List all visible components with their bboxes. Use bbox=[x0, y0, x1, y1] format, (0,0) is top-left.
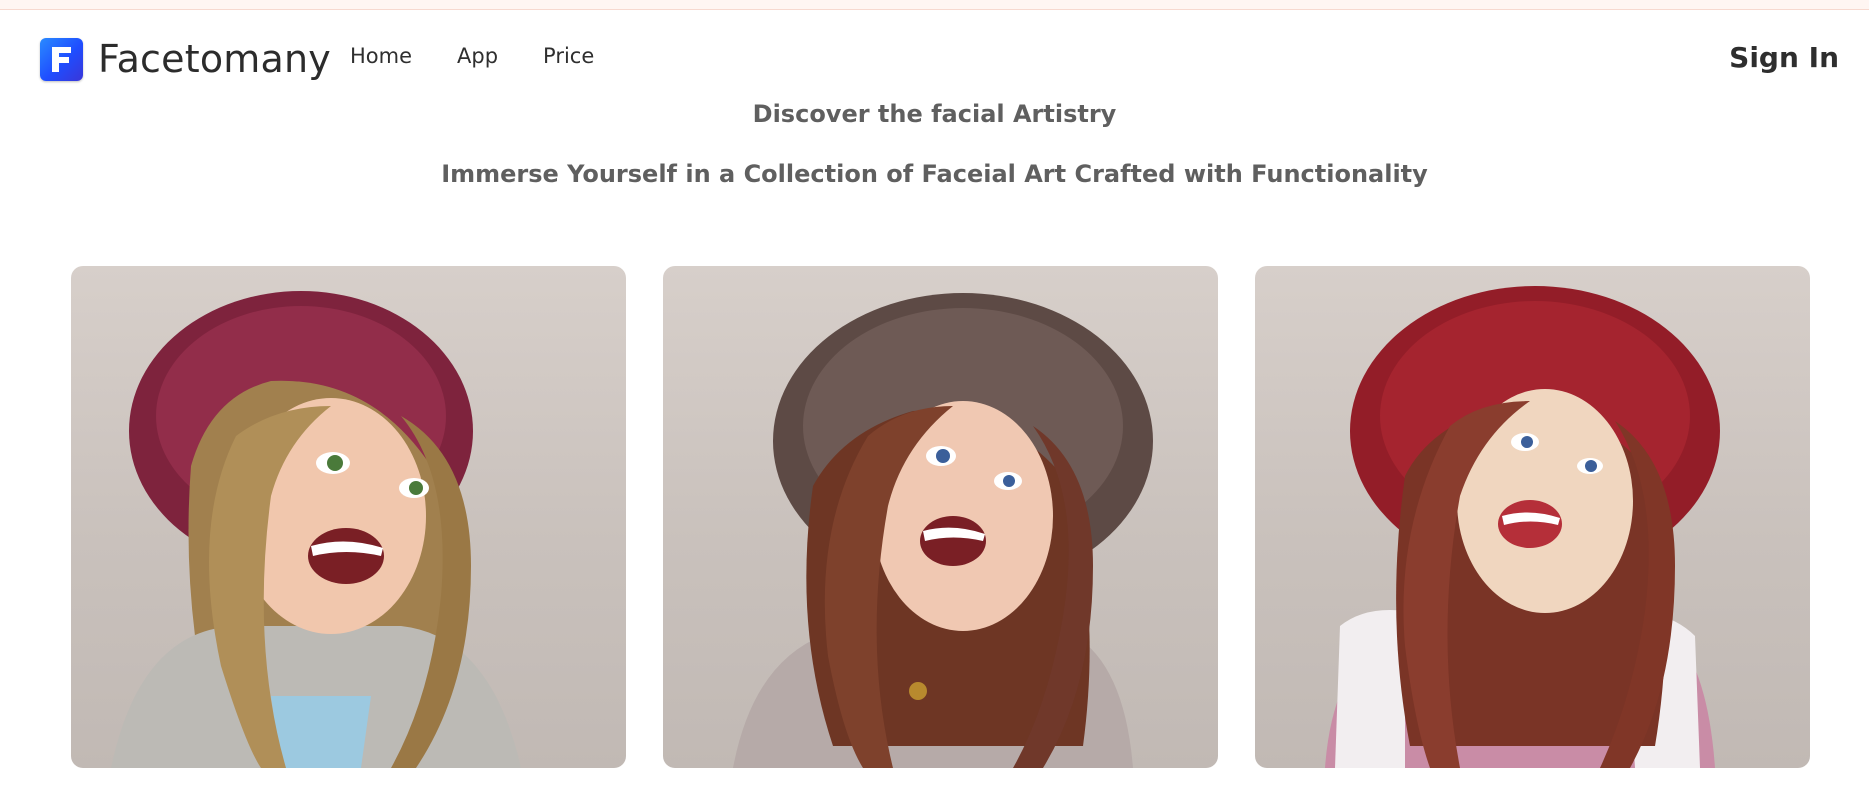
page-title: Discover the facial Artistry bbox=[752, 100, 1117, 128]
nav-item-price[interactable]: Price bbox=[543, 44, 594, 68]
nav-item-home[interactable]: Home bbox=[350, 44, 412, 68]
gallery-card-1[interactable] bbox=[71, 266, 626, 768]
portrait-image-1 bbox=[111, 291, 521, 768]
portrait-image-3 bbox=[1325, 286, 1720, 768]
main-nav: Home App Price bbox=[350, 44, 639, 68]
top-strip bbox=[0, 0, 1869, 10]
sign-in-button[interactable]: Sign In bbox=[1729, 41, 1839, 74]
brand-name: Facetomany bbox=[98, 37, 331, 81]
gallery-card-3[interactable] bbox=[1255, 266, 1810, 768]
nav-item-app[interactable]: App bbox=[457, 44, 498, 68]
brand[interactable]: Facetomany bbox=[40, 37, 331, 81]
portrait-image-2 bbox=[733, 293, 1153, 768]
page-subtitle: Immerse Yourself in a Collection of Face… bbox=[441, 160, 1428, 188]
app-logo-icon bbox=[40, 37, 83, 81]
gallery-card-2[interactable] bbox=[663, 266, 1218, 768]
